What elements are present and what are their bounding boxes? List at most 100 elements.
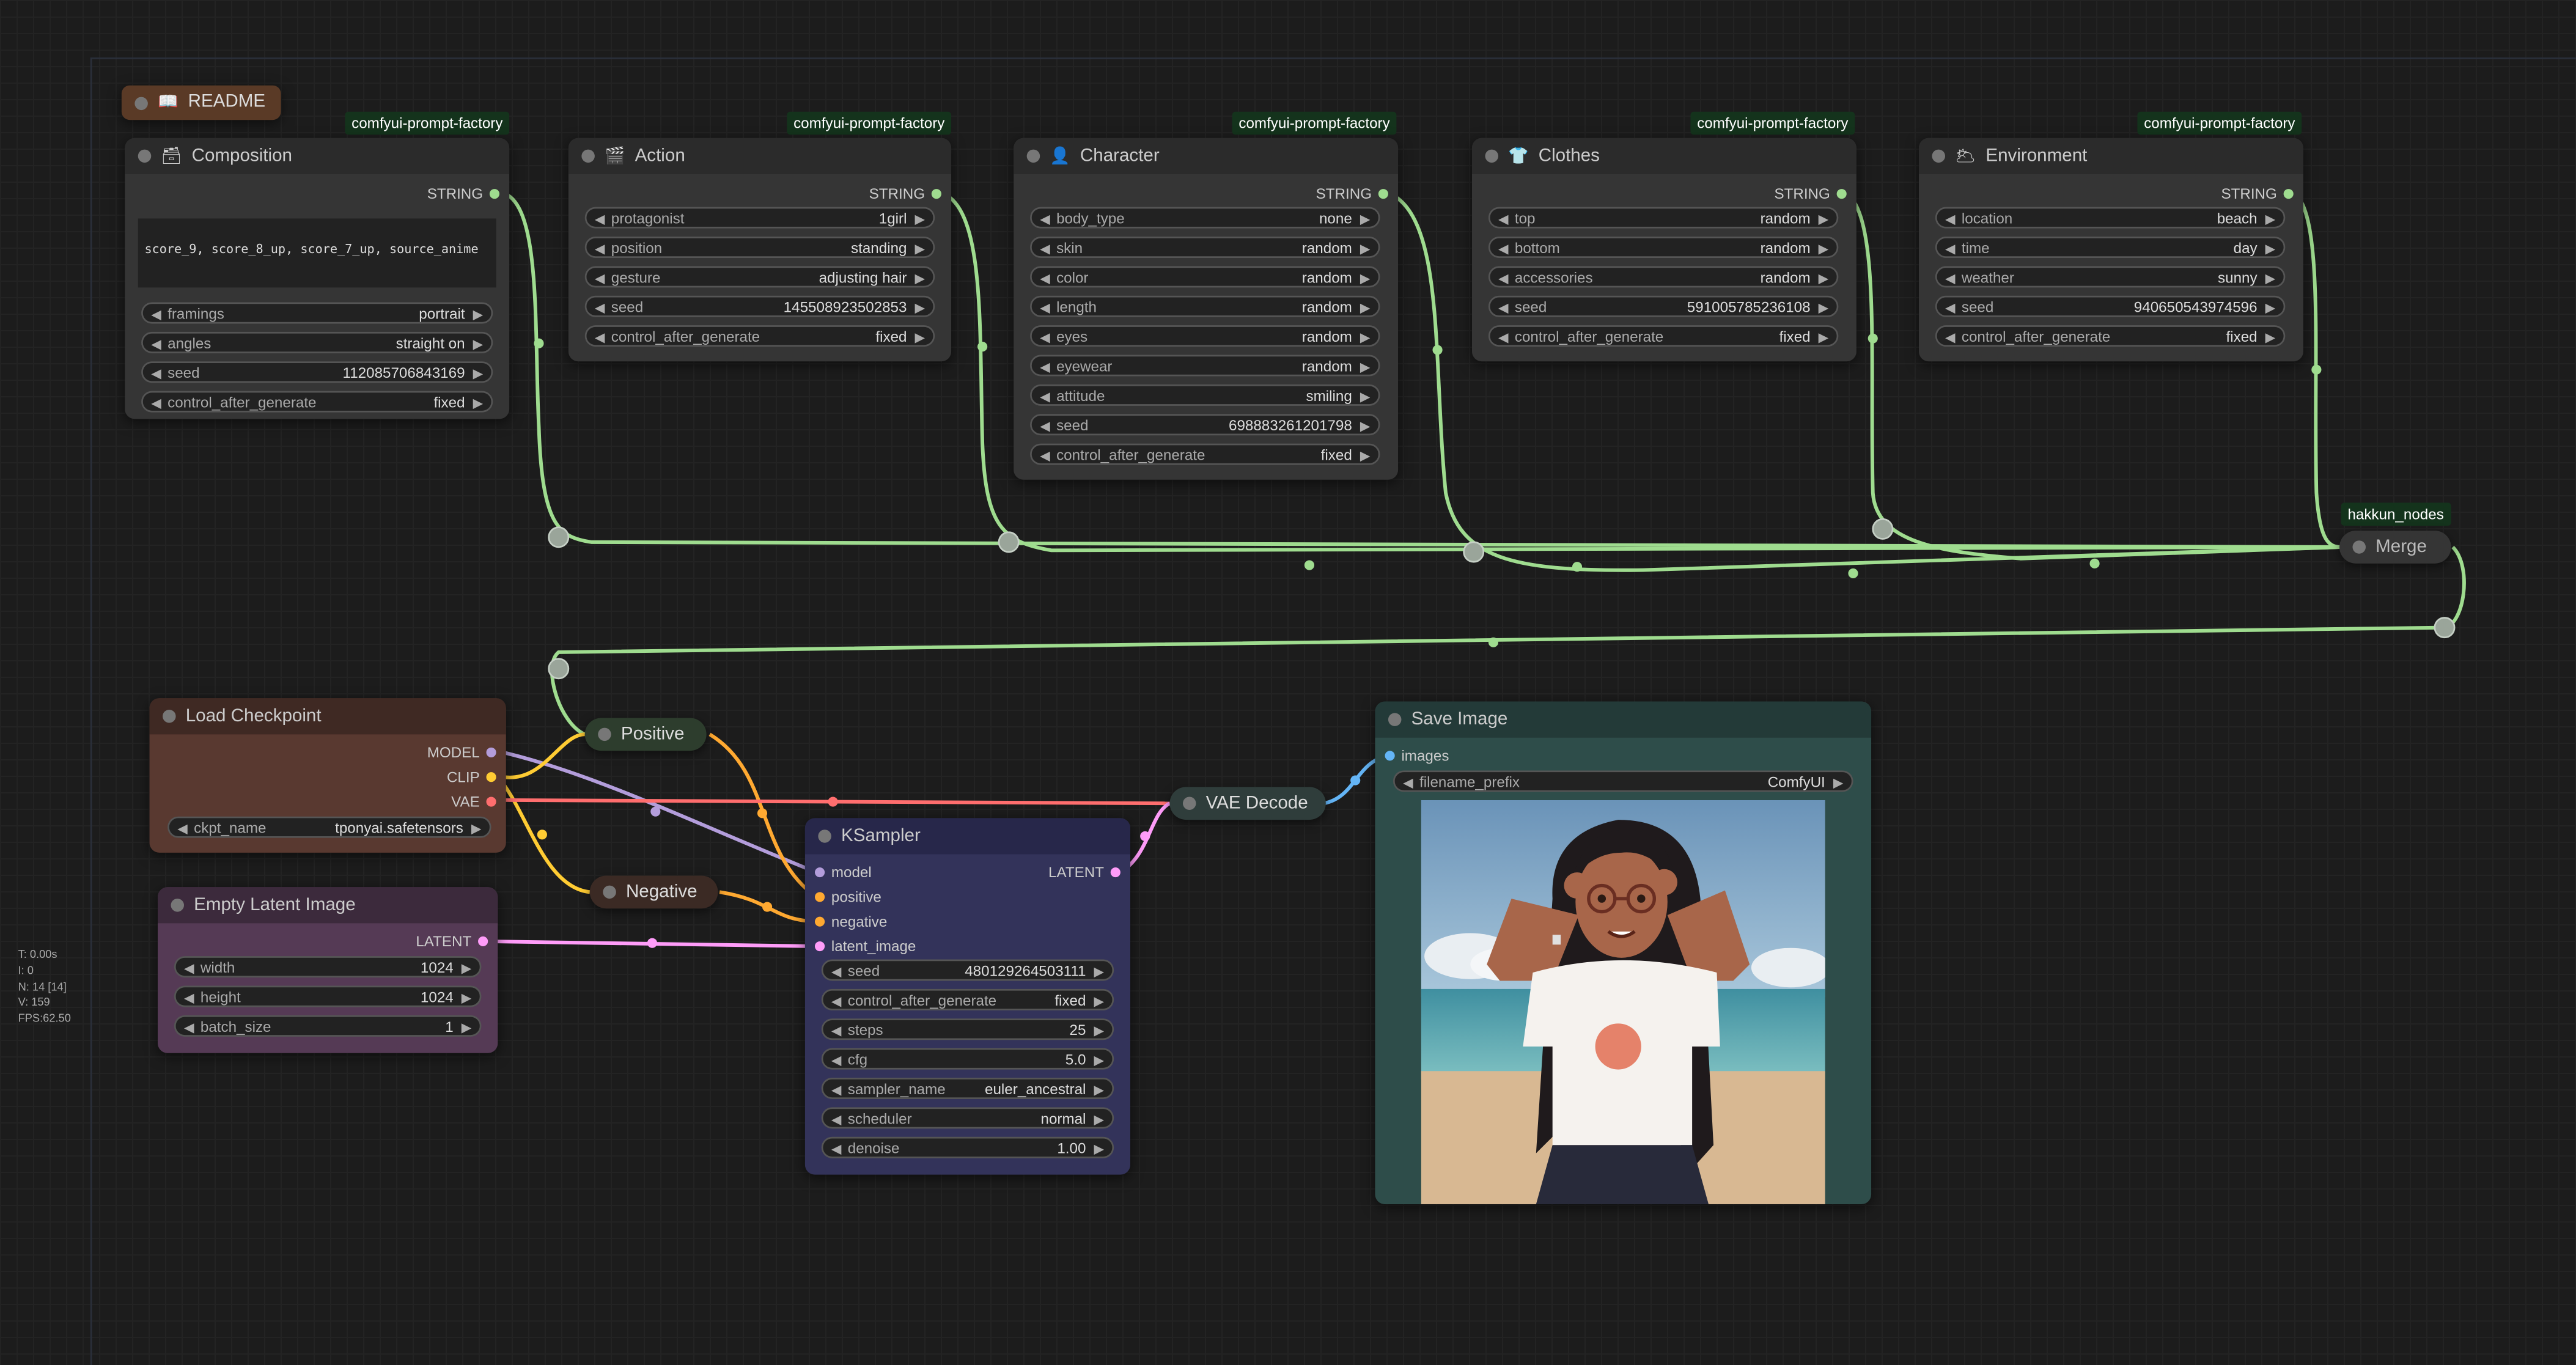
clothes-node[interactable]: 👕 Clothes STRING ◀ top random ▶ ◀ bottom random… [1472, 138, 1857, 362]
widget-value[interactable]: 25 [1070, 1020, 1086, 1042]
widget-seed[interactable]: ◀ seed 591005785236108 ▶ [1488, 295, 1839, 318]
widget-seed[interactable]: ◀ seed 112085706843169 ▶ [141, 361, 493, 383]
increment-arrow-icon[interactable]: ▶ [1360, 356, 1371, 378]
decrement-arrow-icon[interactable]: ◀ [184, 987, 194, 1009]
decrement-arrow-icon[interactable]: ◀ [1945, 238, 1956, 260]
widget-value[interactable]: normal [1040, 1109, 1086, 1130]
increment-arrow-icon[interactable]: ▶ [462, 987, 472, 1009]
widget-denoise[interactable]: ◀ denoise 1.00 ▶ [821, 1136, 1114, 1160]
collapse-dot[interactable] [1388, 713, 1402, 726]
increment-arrow-icon[interactable]: ▶ [1094, 1020, 1104, 1042]
widget-control-after-generate[interactable]: ◀ control_after_generate fixed ▶ [1488, 325, 1839, 348]
decrement-arrow-icon[interactable]: ◀ [1403, 772, 1413, 793]
widget-cfg[interactable]: ◀ cfg 5.0 ▶ [821, 1048, 1114, 1071]
widget-value[interactable]: ComfyUI [1768, 772, 1825, 793]
decrement-arrow-icon[interactable]: ◀ [1945, 327, 1956, 348]
decrement-arrow-icon[interactable]: ◀ [151, 304, 161, 325]
increment-arrow-icon[interactable]: ▶ [473, 363, 484, 384]
widget-value[interactable]: random [1761, 208, 1811, 230]
collapse-dot[interactable] [1026, 149, 1040, 163]
widget-value[interactable]: fixed [1321, 445, 1352, 466]
collapse-dot[interactable] [171, 899, 184, 912]
string-output[interactable]: STRING [1316, 182, 1388, 205]
increment-arrow-icon[interactable]: ▶ [1360, 297, 1371, 318]
decrement-arrow-icon[interactable]: ◀ [151, 334, 161, 355]
collapse-dot[interactable] [134, 97, 148, 111]
node-title-bar[interactable]: 👕 Clothes [1472, 138, 1857, 174]
string-output[interactable]: STRING [427, 182, 500, 205]
empty-latent-node[interactable]: Empty Latent Image LATENT ◀ width 1024 ▶ ◀ he… [158, 887, 498, 1053]
widget-body-type[interactable]: ◀ body_type none ▶ [1030, 207, 1380, 229]
increment-arrow-icon[interactable]: ▶ [2265, 238, 2276, 260]
widget-value[interactable]: straight on [396, 334, 465, 355]
decrement-arrow-icon[interactable]: ◀ [1040, 445, 1050, 466]
string-output[interactable]: STRING [869, 182, 941, 205]
output-image-preview[interactable] [1421, 800, 1825, 1204]
increment-arrow-icon[interactable]: ▶ [1360, 445, 1371, 466]
increment-arrow-icon[interactable]: ▶ [2265, 268, 2276, 289]
widget-seed[interactable]: ◀ seed 480129264503111 ▶ [821, 959, 1114, 982]
widget-value[interactable]: 480129264503111 [965, 961, 1086, 982]
widget-batch-size[interactable]: ◀ batch_size 1 ▶ [174, 1015, 482, 1037]
node-title-bar[interactable]: KSampler [804, 818, 1130, 855]
latent-output[interactable]: LATENT [1048, 861, 1121, 884]
widget-value[interactable]: 591005785236108 [1687, 297, 1811, 318]
widget-time[interactable]: ◀ time day ▶ [1935, 237, 2286, 260]
widget-eyes[interactable]: ◀ eyes random ▶ [1030, 325, 1380, 347]
increment-arrow-icon[interactable]: ▶ [473, 304, 484, 325]
increment-arrow-icon[interactable]: ▶ [1360, 386, 1371, 408]
decrement-arrow-icon[interactable]: ◀ [1040, 327, 1050, 348]
decrement-arrow-icon[interactable]: ◀ [151, 363, 161, 384]
decrement-arrow-icon[interactable]: ◀ [1040, 268, 1050, 289]
widget-position[interactable]: ◀ position standing ▶ [584, 237, 935, 260]
node-title-bar[interactable]: Empty Latent Image [158, 887, 498, 924]
widget-value[interactable]: random [1302, 268, 1352, 289]
save-image-node[interactable]: Save Image images ◀ filename_prefix ComfyU… [1375, 701, 1872, 1204]
widget-value[interactable]: random [1302, 327, 1352, 348]
model-output[interactable]: MODEL [427, 741, 496, 764]
widget-eyewear[interactable]: ◀ eyewear random ▶ [1030, 355, 1380, 377]
collapse-dot[interactable] [2352, 540, 2366, 554]
decrement-arrow-icon[interactable]: ◀ [831, 1080, 842, 1101]
negative-node[interactable]: Negative [589, 875, 718, 909]
decrement-arrow-icon[interactable]: ◀ [1945, 208, 1956, 230]
widget-value[interactable]: random [1761, 238, 1811, 260]
increment-arrow-icon[interactable]: ▶ [1094, 1050, 1104, 1071]
ksampler-node[interactable]: KSampler LATENT model positive negative … [804, 818, 1130, 1175]
decrement-arrow-icon[interactable]: ◀ [1498, 327, 1509, 348]
increment-arrow-icon[interactable]: ▶ [1094, 1138, 1104, 1160]
collapse-dot[interactable] [603, 885, 616, 899]
increment-arrow-icon[interactable]: ▶ [473, 392, 484, 414]
widget-value[interactable]: 112085706843169 [343, 363, 465, 384]
widget-filename-prefix[interactable]: ◀ filename_prefix ComfyUI ▶ [1393, 770, 1853, 792]
node-title-bar[interactable]: 🎬 Action [568, 138, 952, 174]
widget-control-after-generate[interactable]: ◀ control_after_generate fixed ▶ [141, 391, 493, 413]
increment-arrow-icon[interactable]: ▶ [1819, 327, 1829, 348]
widget-gesture[interactable]: ◀ gesture adjusting hair ▶ [584, 266, 935, 289]
widget-value[interactable]: 1.00 [1057, 1138, 1086, 1160]
increment-arrow-icon[interactable]: ▶ [915, 238, 926, 260]
collapse-dot[interactable] [1485, 149, 1498, 163]
widget-value[interactable]: day [2234, 238, 2258, 260]
widget-value[interactable]: random [1302, 238, 1352, 260]
widget-protagonist[interactable]: ◀ protagonist 1girl ▶ [584, 207, 935, 229]
decrement-arrow-icon[interactable]: ◀ [1040, 297, 1050, 318]
widget-control-after-generate[interactable]: ◀ control_after_generate fixed ▶ [584, 325, 935, 347]
collapse-dot[interactable] [138, 149, 152, 163]
decrement-arrow-icon[interactable]: ◀ [1498, 238, 1509, 260]
action-node[interactable]: 🎬 Action STRING ◀ protagonist 1girl ▶ ◀ positi… [568, 138, 952, 362]
widget-steps[interactable]: ◀ steps 25 ▶ [821, 1018, 1114, 1042]
widget-location[interactable]: ◀ location beach ▶ [1935, 207, 2286, 230]
increment-arrow-icon[interactable]: ▶ [915, 268, 926, 289]
widget-value[interactable]: fixed [2226, 327, 2258, 348]
decrement-arrow-icon[interactable]: ◀ [595, 238, 605, 260]
decrement-arrow-icon[interactable]: ◀ [1498, 297, 1509, 318]
widget-top[interactable]: ◀ top random ▶ [1488, 207, 1839, 230]
increment-arrow-icon[interactable]: ▶ [471, 818, 482, 839]
decrement-arrow-icon[interactable]: ◀ [1040, 356, 1050, 378]
widget-value[interactable]: 1024 [421, 987, 454, 1009]
composition-node[interactable]: 🗃 Composition STRING score_9, score_8_up,… [125, 138, 510, 419]
readme-note[interactable]: 📖 README [121, 85, 281, 120]
widget-value[interactable]: none [1319, 208, 1352, 230]
decrement-arrow-icon[interactable]: ◀ [184, 958, 194, 979]
